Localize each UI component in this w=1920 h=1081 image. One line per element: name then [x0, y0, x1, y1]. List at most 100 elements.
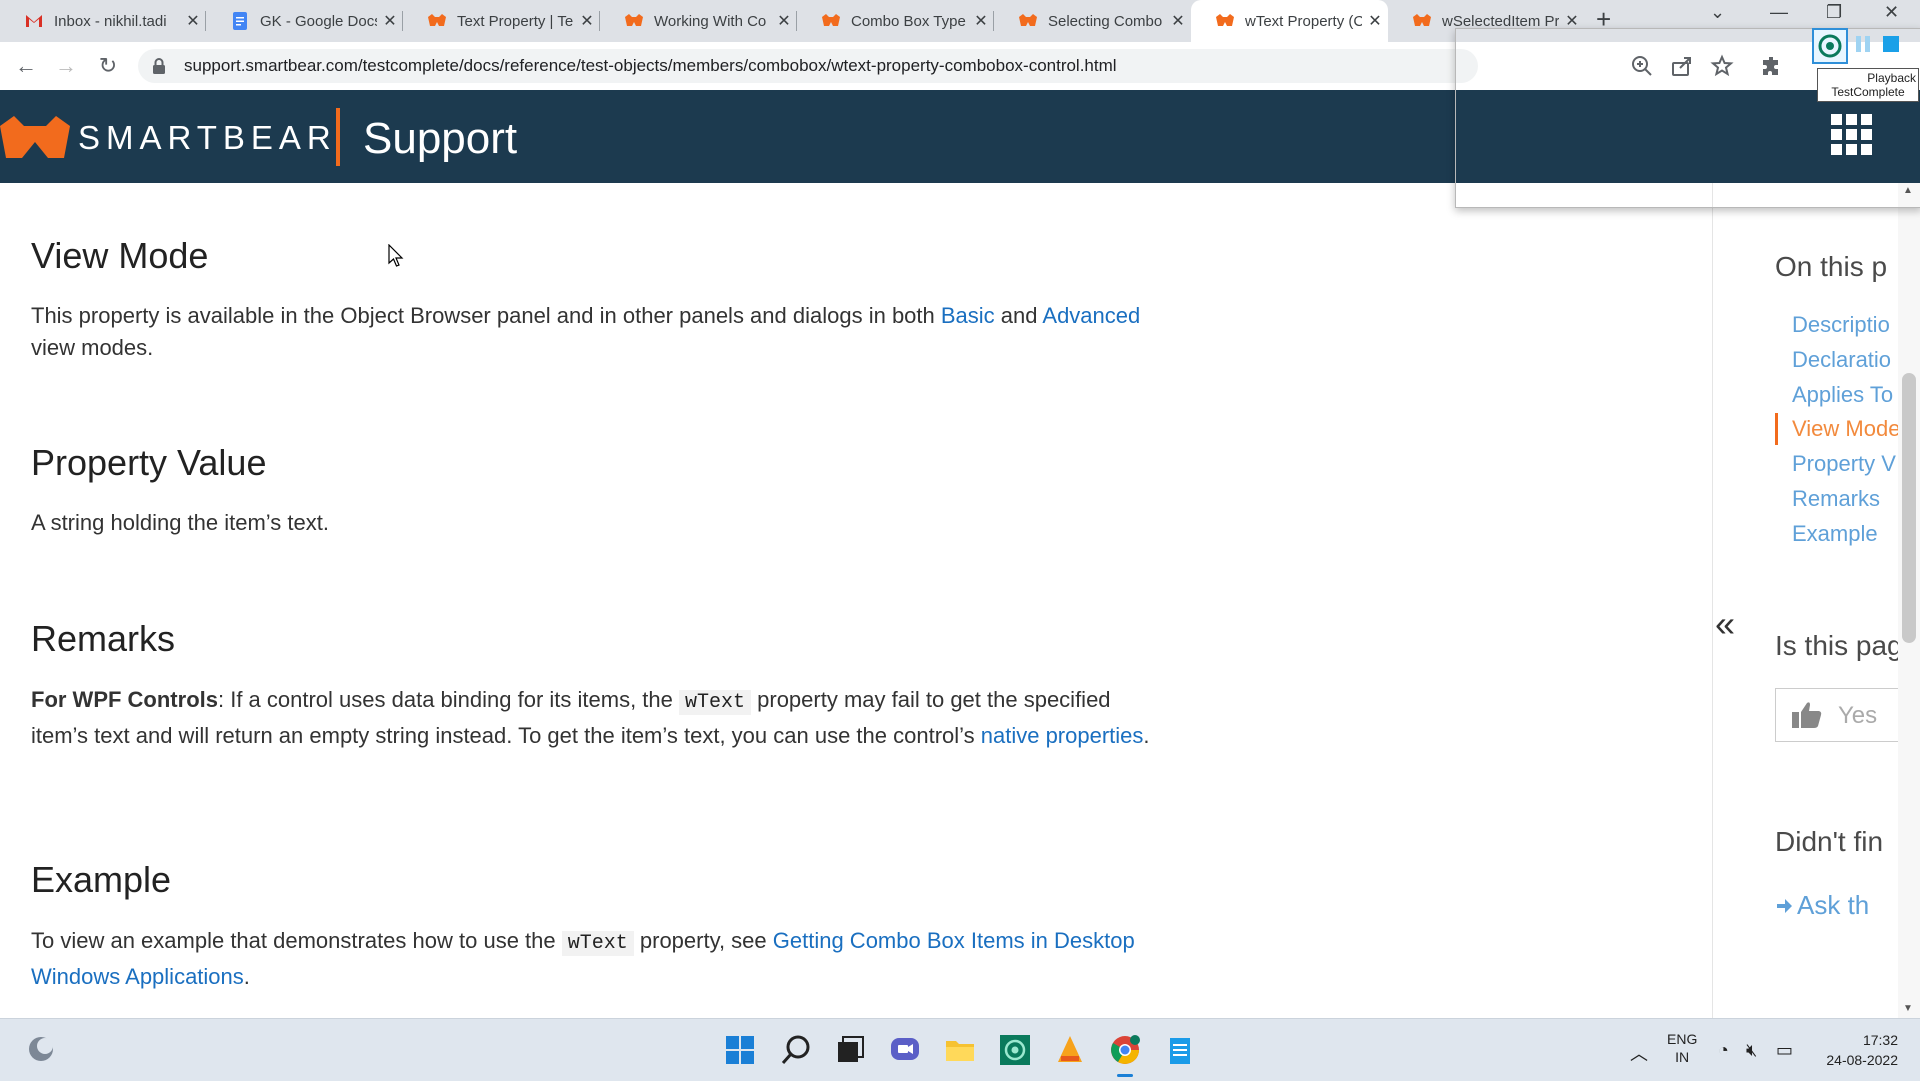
close-tab-icon[interactable]: ✕	[771, 11, 797, 31]
close-tab-icon[interactable]: ✕	[377, 11, 403, 31]
collapse-panel-icon[interactable]: «	[1715, 603, 1735, 645]
remarks-text: For WPF Controls: If a control uses data…	[31, 687, 1150, 748]
tab-title: Inbox - nikhil.tadi	[54, 12, 167, 30]
link-basic[interactable]: Basic	[941, 303, 995, 328]
smartbear-icon	[1019, 14, 1037, 26]
smartbear-icon	[1216, 14, 1234, 26]
tab-gmail[interactable]: Inbox - nikhil.tadi ✕	[0, 0, 206, 42]
pause-icon[interactable]	[1855, 36, 1871, 52]
close-window-icon[interactable]: ✕	[1884, 2, 1899, 23]
close-tab-icon[interactable]: ✕	[968, 11, 994, 31]
back-icon[interactable]: ←	[10, 50, 42, 82]
on-this-page-panel: On this p Descriptio Declaratio Applies …	[1712, 183, 1920, 1018]
reload-icon[interactable]: ↻	[92, 50, 124, 82]
toc-item-remarks[interactable]: Remarks	[1792, 486, 1880, 512]
toc-item-description[interactable]: Descriptio	[1792, 312, 1890, 338]
toc-item-example[interactable]: Example	[1792, 521, 1878, 547]
close-tab-icon[interactable]: ✕	[180, 11, 206, 31]
vlc-icon[interactable]	[1054, 1034, 1086, 1066]
toc-item-applies-to[interactable]: Applies To	[1792, 382, 1893, 408]
is-this-page-helpful-heading: Is this pag	[1775, 630, 1903, 661]
close-tab-icon[interactable]: ✕	[1362, 11, 1388, 31]
heading-view-mode: View Mode	[31, 235, 209, 276]
code-wtext: wText	[679, 690, 752, 715]
code-wtext: wText	[561, 931, 634, 956]
teams-chat-icon[interactable]	[889, 1034, 921, 1066]
show-hidden-icons-icon[interactable]: ︿	[1630, 1040, 1648, 1066]
tab-google-docs[interactable]: GK - Google Docs ✕	[206, 0, 403, 42]
link-native-properties[interactable]: native properties	[981, 723, 1144, 748]
yes-label: Yes	[1838, 702, 1878, 729]
tab-working-with-combo[interactable]: Working With Co ✕	[600, 0, 797, 42]
notepad-icon[interactable]	[1164, 1034, 1196, 1066]
tab-selecting-combo[interactable]: Selecting Combo ✕	[994, 0, 1191, 42]
system-clock[interactable]: 17:32 24-08-2022	[1818, 1030, 1898, 1070]
tab-title: wText Property (C	[1245, 12, 1362, 30]
example-text: To view an example that demonstrates how…	[31, 928, 1135, 989]
tab-search-icon[interactable]: ⌄	[1710, 2, 1725, 23]
brand-name[interactable]: SMARTBEAR	[78, 119, 337, 157]
didnt-find-heading: Didn't fin	[1775, 826, 1884, 857]
chrome-icon[interactable]	[1109, 1034, 1141, 1066]
toc-item-view-mode[interactable]: View Mode	[1792, 416, 1900, 442]
minimize-icon[interactable]: —	[1770, 2, 1788, 23]
url-text: support.smartbear.com/testcomplete/docs/…	[184, 56, 1117, 75]
section-title[interactable]: Support	[363, 114, 517, 164]
mouse-cursor-icon	[388, 244, 404, 267]
tab-text-property[interactable]: Text Property | Te ✕	[403, 0, 600, 42]
smartbear-icon	[625, 14, 643, 26]
stop-icon[interactable]	[1883, 36, 1899, 52]
smartbear-logo-icon[interactable]	[0, 116, 70, 158]
heading-property-value: Property Value	[31, 442, 267, 483]
weather-widget-icon[interactable]	[26, 1034, 56, 1064]
volume-muted-icon[interactable]: 🔇︎	[1746, 1040, 1757, 1061]
tab-title: Text Property | Te	[457, 12, 574, 30]
ask-the-community-link[interactable]: Ask th	[1797, 890, 1869, 921]
battery-icon[interactable]: ▭	[1776, 1040, 1793, 1061]
input-language[interactable]: ENG IN	[1667, 1030, 1697, 1066]
smartbear-icon	[822, 14, 840, 26]
search-icon[interactable]	[780, 1034, 812, 1066]
active-app-indicator	[1117, 1074, 1133, 1077]
testcomplete-icon[interactable]	[999, 1034, 1031, 1066]
toc-current-indicator	[1775, 413, 1778, 445]
smartbear-icon	[428, 14, 446, 26]
forward-icon[interactable]: →	[50, 50, 82, 82]
property-value-text: A string holding the item’s text.	[31, 510, 329, 535]
lock-icon	[153, 58, 165, 74]
testcomplete-icon[interactable]	[1812, 28, 1848, 64]
scroll-down-icon[interactable]: ▼	[1903, 1003, 1913, 1014]
close-tab-icon[interactable]: ✕	[1165, 11, 1191, 31]
arrow-right-icon	[1777, 899, 1792, 913]
tab-wtext-property[interactable]: wText Property (C ✕	[1191, 0, 1388, 42]
scrollbar-thumb[interactable]	[1902, 373, 1916, 643]
smartbear-icon	[1413, 14, 1431, 26]
playback-tooltip: Playback TestComplete	[1817, 68, 1919, 102]
heading-example: Example	[31, 859, 172, 900]
gmail-icon	[26, 15, 42, 27]
close-tab-icon[interactable]: ✕	[574, 11, 600, 31]
start-icon[interactable]	[724, 1034, 756, 1066]
toc-item-declaration[interactable]: Declaratio	[1792, 347, 1891, 373]
google-docs-icon	[233, 12, 247, 30]
toc-item-property-value[interactable]: Property V	[1792, 451, 1896, 477]
thumbs-up-icon	[1792, 702, 1822, 728]
tab-title: Working With Co	[654, 12, 767, 30]
brand-divider	[336, 108, 340, 166]
file-explorer-icon[interactable]	[944, 1034, 976, 1066]
task-view-icon[interactable]	[834, 1034, 866, 1066]
page-scrollbar[interactable]: ▲ ▼	[1898, 183, 1920, 1018]
tab-title: Combo Box Type	[851, 12, 966, 30]
wifi-icon[interactable]: ◔	[1718, 1040, 1729, 1061]
tab-title: GK - Google Docs	[260, 12, 377, 30]
heading-remarks: Remarks	[31, 618, 176, 659]
remarks-bold-label: For WPF Controls	[31, 687, 218, 712]
restore-icon[interactable]: ❐	[1826, 2, 1842, 23]
address-bar[interactable]: support.smartbear.com/testcomplete/docs/…	[138, 49, 1478, 83]
tab-title: Selecting Combo	[1048, 12, 1163, 30]
tab-combo-box-type[interactable]: Combo Box Type ✕	[797, 0, 994, 42]
on-this-page-heading: On this p	[1775, 251, 1888, 282]
testcomplete-recorder-overlay	[1455, 28, 1920, 208]
link-advanced[interactable]: Advanced	[1042, 303, 1140, 328]
tab-title: wSelectedItem Pr	[1442, 12, 1559, 30]
